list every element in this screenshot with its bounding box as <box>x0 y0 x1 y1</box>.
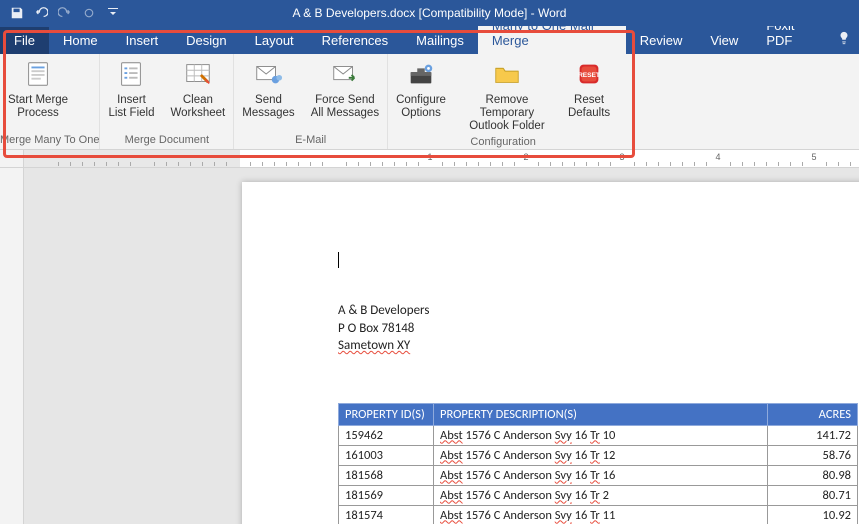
table-row: 181569Abst 1576 C Anderson Svy 16 Tr 280… <box>339 485 858 505</box>
quick-access-toolbar: A & B Developers.docx [Compatibility Mod… <box>0 0 859 26</box>
force-send-all-messages-button[interactable]: Force SendAll Messages <box>303 54 387 132</box>
envelope-users-icon <box>252 58 284 90</box>
configure-options-label: ConfigureOptions <box>396 94 446 120</box>
cell-acres: 58.76 <box>768 445 858 465</box>
cell-acres: 141.72 <box>768 425 858 445</box>
insert-list-field-label: InsertList Field <box>108 94 154 120</box>
clean-worksheet-button[interactable]: CleanWorksheet <box>163 54 234 132</box>
remove-temporary-outlook-folder-button[interactable]: Remove TemporaryOutlook Folder <box>454 54 560 134</box>
horizontal-ruler[interactable]: 1 2 3 4 5 <box>24 150 859 167</box>
tab-references[interactable]: References <box>308 27 402 54</box>
cell-property-id: 181569 <box>339 485 434 505</box>
list-field-icon <box>115 58 147 90</box>
envelope-arrow-icon <box>329 58 361 90</box>
tab-file[interactable]: File <box>0 27 49 54</box>
text-cursor <box>338 252 339 268</box>
address-block: A & B Developers P O Box 78148 Sametown … <box>338 302 859 355</box>
cell-property-description: Abst 1576 C Anderson Svy 16 Tr 16 <box>434 465 768 485</box>
start-merge-process-button[interactable]: Start MergeProcess <box>0 54 76 132</box>
toolbox-gear-icon <box>405 58 437 90</box>
tell-me-icon[interactable] <box>829 25 859 54</box>
table-header: PROPERTY DESCRIPTION(S) <box>434 403 768 425</box>
folder-icon <box>491 58 523 90</box>
configure-options-button[interactable]: ConfigureOptions <box>388 54 454 134</box>
undo-icon[interactable] <box>30 2 52 24</box>
reset-defaults-label: ResetDefaults <box>568 94 610 120</box>
table-header: PROPERTY ID(S) <box>339 403 434 425</box>
tab-mailings[interactable]: Mailings <box>402 27 478 54</box>
ruler-number: 2 <box>523 152 528 162</box>
vertical-ruler[interactable] <box>0 168 24 524</box>
ruler-number: 4 <box>715 152 720 162</box>
ruler-number: 1 <box>427 152 432 162</box>
group-label: E-Mail <box>234 132 387 149</box>
clean-worksheet-label: CleanWorksheet <box>171 94 226 120</box>
reset-defaults-button[interactable]: RESET ResetDefaults <box>560 54 618 134</box>
table-row: 159462Abst 1576 C Anderson Svy 16 Tr 101… <box>339 425 858 445</box>
group-label: Merge Many To One <box>0 132 99 149</box>
property-table: PROPERTY ID(S) PROPERTY DESCRIPTION(S) A… <box>338 403 858 524</box>
table-header: ACRES <box>768 403 858 425</box>
tab-view[interactable]: View <box>696 27 752 54</box>
insert-list-field-button[interactable]: InsertList Field <box>100 54 162 132</box>
svg-text:RESET: RESET <box>578 72 600 79</box>
address-line: Sametown XY <box>338 337 859 355</box>
window-title: A & B Developers.docx [Compatibility Mod… <box>0 6 859 20</box>
address-line: P O Box 78148 <box>338 320 859 338</box>
start-merge-process-label: Start MergeProcess <box>8 94 68 120</box>
ruler-number: 5 <box>811 152 816 162</box>
force-send-all-messages-label: Force SendAll Messages <box>311 94 379 120</box>
group-merge-many-to-one: Start MergeProcess Merge Many To One <box>0 54 100 149</box>
table-row: 161003Abst 1576 C Anderson Svy 16 Tr 125… <box>339 445 858 465</box>
table-row: 181574Abst 1576 C Anderson Svy 16 Tr 111… <box>339 505 858 524</box>
tab-review[interactable]: Review <box>626 27 697 54</box>
group-merge-document: InsertList Field CleanWorksheet Merge Do… <box>100 54 234 149</box>
worksheet-icon <box>182 58 214 90</box>
ribbon-tabs: File Home Insert Design Layout Reference… <box>0 26 859 54</box>
cell-acres: 80.71 <box>768 485 858 505</box>
reset-icon: RESET <box>573 58 605 90</box>
cell-property-id: 159462 <box>339 425 434 445</box>
cell-property-description: Abst 1576 C Anderson Svy 16 Tr 2 <box>434 485 768 505</box>
group-label: Merge Document <box>100 132 233 149</box>
cell-acres: 80.98 <box>768 465 858 485</box>
address-line: A & B Developers <box>338 302 859 320</box>
tab-insert[interactable]: Insert <box>112 27 173 54</box>
document-page: Sunday, 9 April 20 A & B Developers P O … <box>242 182 859 524</box>
cell-property-description: Abst 1576 C Anderson Svy 16 Tr 10 <box>434 425 768 445</box>
cell-property-id: 181568 <box>339 465 434 485</box>
document-icon <box>22 58 54 90</box>
tab-design[interactable]: Design <box>172 27 240 54</box>
tab-home[interactable]: Home <box>49 27 112 54</box>
cell-acres: 10.92 <box>768 505 858 524</box>
tab-layout[interactable]: Layout <box>241 27 308 54</box>
cell-property-description: Abst 1576 C Anderson Svy 16 Tr 12 <box>434 445 768 465</box>
qat-customize-icon[interactable] <box>102 2 124 24</box>
touch-mode-icon[interactable] <box>78 2 100 24</box>
group-email: SendMessages Force SendAll Messages E-Ma… <box>234 54 388 149</box>
redo-icon[interactable] <box>54 2 76 24</box>
horizontal-ruler-area: 1 2 3 4 5 <box>0 150 859 168</box>
workspace: Sunday, 9 April 20 A & B Developers P O … <box>0 168 859 524</box>
cell-property-description: Abst 1576 C Anderson Svy 16 Tr 11 <box>434 505 768 524</box>
cell-property-id: 161003 <box>339 445 434 465</box>
cell-property-id: 181574 <box>339 505 434 524</box>
ruler-gutter <box>0 150 24 167</box>
save-icon[interactable] <box>6 2 28 24</box>
remove-temporary-outlook-folder-label: Remove TemporaryOutlook Folder <box>462 94 552 134</box>
table-row: 181568Abst 1576 C Anderson Svy 16 Tr 168… <box>339 465 858 485</box>
ribbon: Start MergeProcess Merge Many To One Ins… <box>0 54 859 150</box>
send-messages-label: SendMessages <box>242 94 294 120</box>
table-header-row: PROPERTY ID(S) PROPERTY DESCRIPTION(S) A… <box>339 403 858 425</box>
group-configuration: ConfigureOptions Remove TemporaryOutlook… <box>388 54 618 149</box>
page-scroll-area[interactable]: Sunday, 9 April 20 A & B Developers P O … <box>24 168 859 524</box>
send-messages-button[interactable]: SendMessages <box>234 54 302 132</box>
group-label: Configuration <box>388 134 618 151</box>
ruler-number: 3 <box>619 152 624 162</box>
